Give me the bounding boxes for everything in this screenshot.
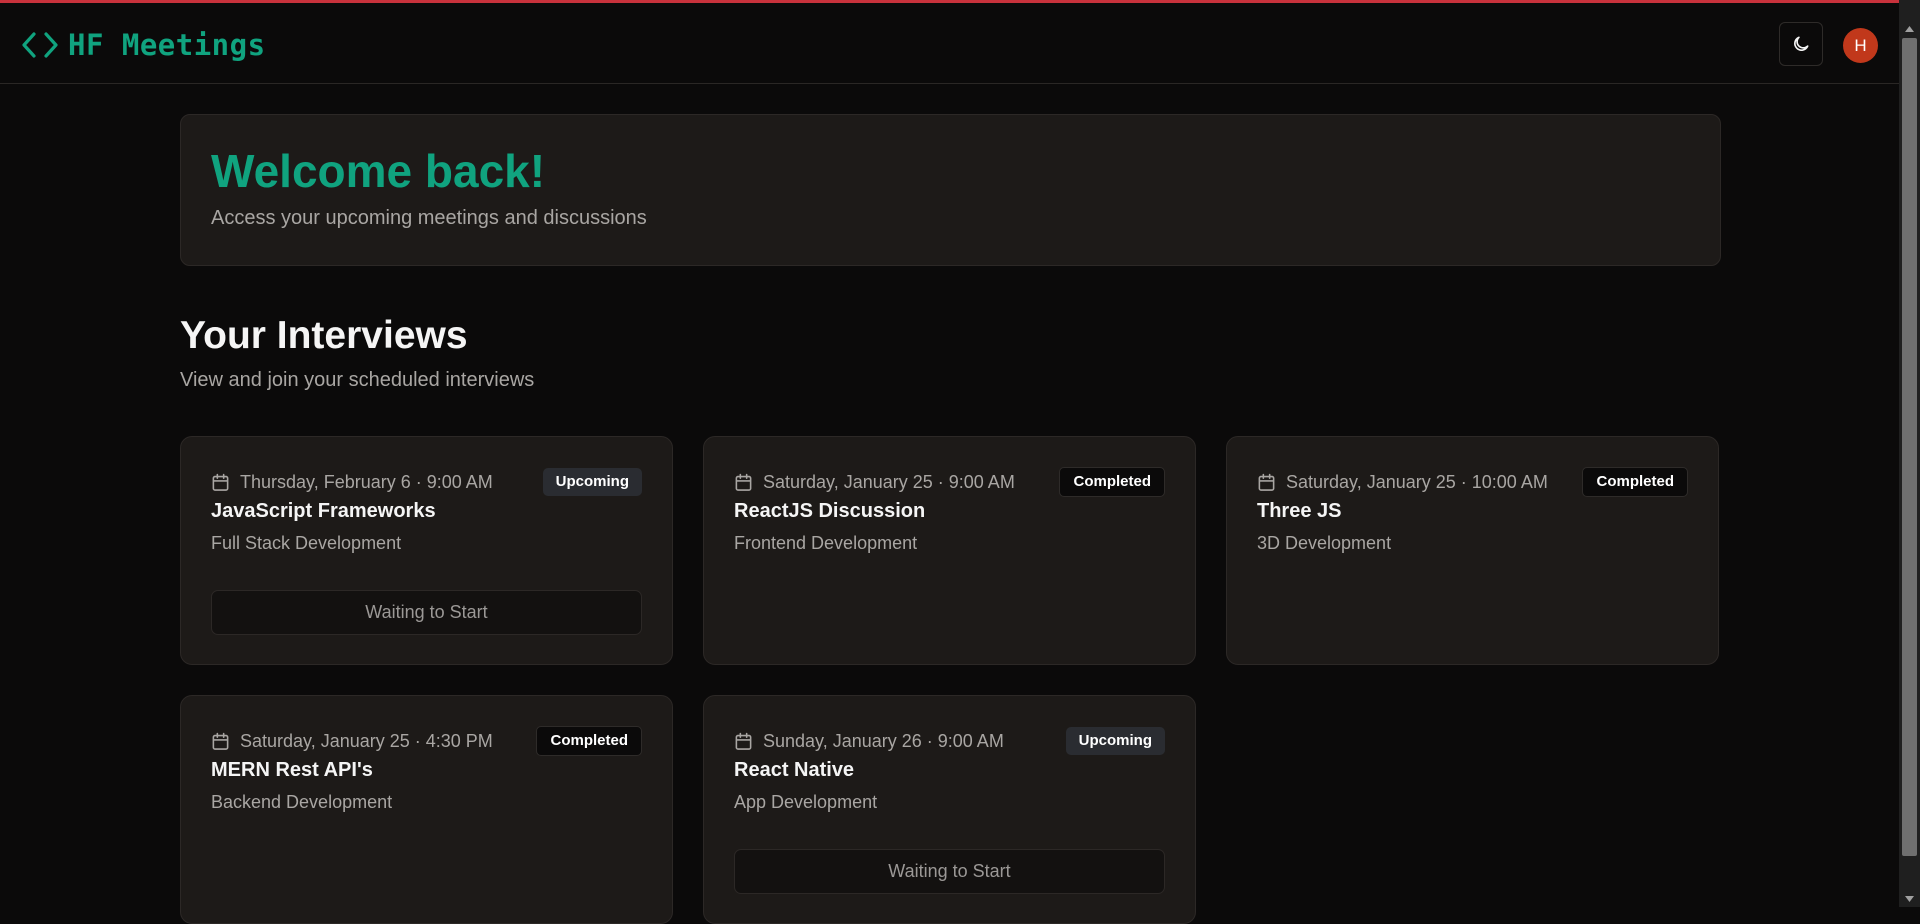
logo-text: HF Meetings [68,28,266,62]
interview-date: Thursday, February 6 · 9:00 AM [211,472,493,493]
scrollbar-thumb[interactable] [1902,38,1917,856]
theme-toggle-button[interactable] [1779,22,1823,66]
avatar-initial: H [1854,35,1867,55]
interview-card: Sunday, January 26 · 9:00 AM Upcoming Re… [703,695,1196,924]
logo-link[interactable]: HF Meetings [20,25,266,65]
waiting-to-start-button[interactable]: Waiting to Start [734,849,1165,894]
status-badge: Completed [1059,467,1165,497]
welcome-title: Welcome back! [211,145,546,197]
interview-card: Saturday, January 25 · 9:00 AM Completed… [703,436,1196,665]
interview-category: Frontend Development [734,533,918,553]
interview-date-text: Saturday, January 25 · 9:00 AM [763,471,1015,492]
welcome-banner: Welcome back! Access your upcoming meeti… [180,114,1721,266]
interview-title: Three JS [1257,500,1342,522]
interview-card: Saturday, January 25 · 4:30 PM Completed… [180,695,673,924]
scroll-down-arrow-icon[interactable] [1899,890,1920,907]
welcome-subtitle: Access your upcoming meetings and discus… [211,207,647,229]
interview-date: Sunday, January 26 · 9:00 AM [734,731,1004,752]
interview-date-text: Thursday, February 6 · 9:00 AM [240,471,493,492]
interview-category: Full Stack Development [211,533,402,553]
calendar-icon [212,473,229,491]
interview-card: Thursday, February 6 · 9:00 AM Upcoming … [180,436,673,665]
interview-date-text: Sunday, January 26 · 9:00 AM [763,730,1004,751]
status-badge: Completed [536,726,642,756]
status-badge: Completed [1582,467,1688,497]
interview-category: 3D Development [1257,533,1392,553]
waiting-to-start-button[interactable]: Waiting to Start [211,590,642,635]
status-badge: Upcoming [542,468,642,496]
code-brackets-icon [22,32,58,58]
calendar-icon [735,473,752,491]
interview-card: Saturday, January 25 · 10:00 AM Complete… [1226,436,1719,665]
interview-title: JavaScript Frameworks [211,500,436,522]
interview-date: Saturday, January 25 · 4:30 PM [211,731,493,752]
status-badge: Upcoming [1065,727,1165,755]
interview-title: MERN Rest API's [211,759,373,781]
interview-category: App Development [734,792,878,812]
scroll-up-arrow-icon[interactable] [1899,20,1920,37]
interview-title: React Native [734,759,855,781]
interview-date-text: Saturday, January 25 · 10:00 AM [1286,471,1548,492]
vertical-scrollbar[interactable] [1899,0,1920,907]
interviews-subheading: View and join your scheduled interviews [180,369,535,391]
interview-date-text: Saturday, January 25 · 4:30 PM [240,730,493,751]
moon-icon [1794,36,1809,51]
top-nav-bar: HF Meetings H [0,3,1899,84]
user-avatar[interactable]: H [1843,28,1878,63]
interviews-heading: Your Interviews [180,314,468,357]
interview-title: ReactJS Discussion [734,500,926,522]
interview-category: Backend Development [211,792,393,812]
calendar-icon [212,732,229,750]
interview-date: Saturday, January 25 · 9:00 AM [734,472,1015,493]
interview-date: Saturday, January 25 · 10:00 AM [1257,472,1548,493]
calendar-icon [1258,473,1275,491]
calendar-icon [735,732,752,750]
